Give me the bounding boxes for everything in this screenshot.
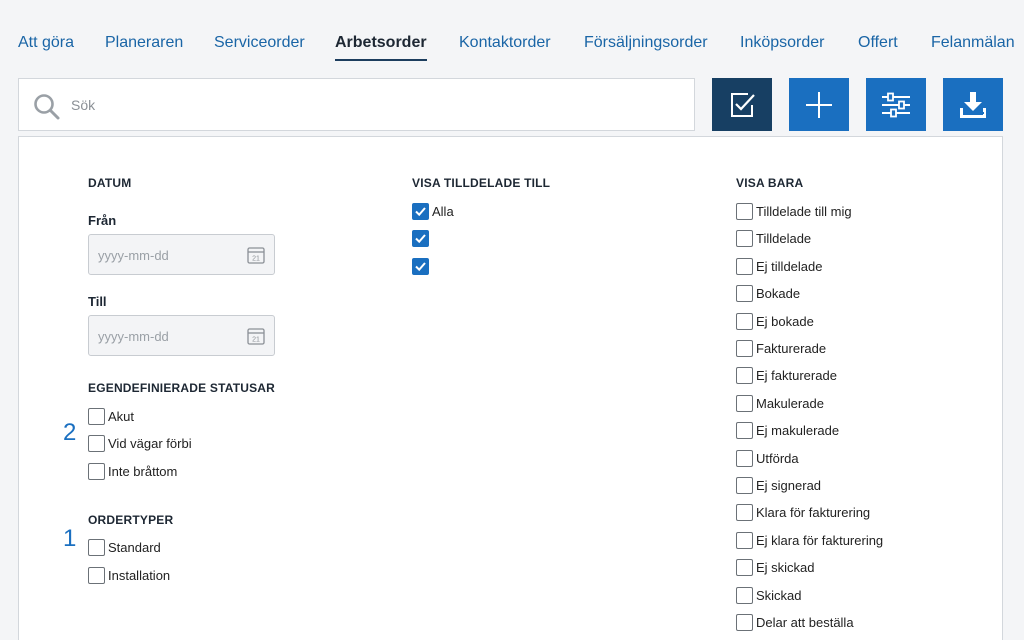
from-date-placeholder: yyyy-mm-dd	[98, 248, 169, 263]
show-only-heading: VISA BARA	[736, 176, 804, 190]
status-checkbox-akut[interactable]: Akut	[88, 406, 134, 426]
show-only-checkbox[interactable]: Ej makulerade	[736, 420, 839, 440]
sliders-icon	[882, 92, 910, 117]
select-mode-button[interactable]	[712, 78, 772, 131]
assigned-checkbox-alla[interactable]: Alla	[412, 201, 454, 221]
checkbox-icon	[731, 92, 755, 117]
search-bar	[18, 78, 695, 131]
order-types-heading: ORDERTYPER	[88, 513, 174, 527]
show-only-checkbox[interactable]: Ej skickad	[736, 557, 815, 577]
show-only-checkbox[interactable]: Skickad	[736, 585, 802, 605]
show-only-checkbox[interactable]: Ej fakturerade	[736, 365, 837, 385]
module-tabs: Att göra Planeraren Serviceorder Arbetso…	[0, 0, 1024, 64]
step-marker-2: 2	[63, 419, 77, 446]
ordertype-checkbox-installation[interactable]: Installation	[88, 565, 170, 585]
calendar-icon[interactable]: 21	[247, 246, 265, 264]
tab-arbetsorder[interactable]: Arbetsorder	[335, 33, 427, 61]
show-only-checkbox[interactable]: Ej signerad	[736, 475, 821, 495]
show-only-checkbox[interactable]: Delar att beställa	[736, 612, 854, 632]
download-button[interactable]	[943, 78, 1003, 131]
from-date-field[interactable]: yyyy-mm-dd 21	[88, 234, 275, 275]
check-icon	[415, 261, 426, 271]
status-checkbox-vid-vagar-forbi[interactable]: Vid vägar förbi	[88, 433, 192, 453]
filter-panel: DATUM Från yyyy-mm-dd 21 Till yyyy-mm-dd…	[18, 136, 1003, 640]
custom-status-heading: EGENDEFINIERADE STATUSAR	[88, 381, 276, 395]
show-only-checkbox[interactable]: Fakturerade	[736, 338, 826, 358]
tab-planeraren[interactable]: Planeraren	[105, 33, 183, 53]
svg-text:21: 21	[252, 256, 260, 263]
check-icon	[415, 206, 426, 216]
to-date-placeholder: yyyy-mm-dd	[98, 329, 169, 344]
to-label: Till	[88, 294, 107, 309]
plus-icon	[806, 91, 832, 118]
assigned-checkbox-3[interactable]	[412, 256, 432, 276]
step-marker-1: 1	[63, 525, 77, 552]
show-only-checkbox[interactable]: Ej bokade	[736, 311, 814, 331]
tab-serviceorder[interactable]: Serviceorder	[214, 33, 305, 53]
from-label: Från	[88, 213, 117, 228]
show-only-checkbox[interactable]: Ej tilldelade	[736, 256, 823, 276]
date-heading: DATUM	[88, 176, 132, 190]
svg-text:21: 21	[252, 337, 260, 344]
show-only-checkbox[interactable]: Ej klara för fakturering	[736, 530, 883, 550]
tab-inkopsorder[interactable]: Inköpsorder	[740, 33, 825, 53]
download-icon	[960, 91, 986, 118]
search-input[interactable]	[71, 79, 681, 130]
tab-kontaktorder[interactable]: Kontaktorder	[459, 33, 551, 53]
to-date-field[interactable]: yyyy-mm-dd 21	[88, 315, 275, 356]
calendar-icon[interactable]: 21	[247, 327, 265, 345]
ordertype-checkbox-standard[interactable]: Standard	[88, 537, 161, 557]
assigned-checkbox-2[interactable]	[412, 228, 432, 248]
show-only-checkbox[interactable]: Tilldelade till mig	[736, 201, 852, 221]
tab-forsaljningsorder[interactable]: Försäljningsorder	[584, 33, 708, 53]
show-only-checkbox[interactable]: Tilldelade	[736, 228, 811, 248]
show-only-checkbox[interactable]: Utförda	[736, 448, 799, 468]
show-only-checkbox[interactable]: Bokade	[736, 283, 800, 303]
check-icon	[415, 233, 426, 243]
tab-offert[interactable]: Offert	[858, 33, 898, 53]
add-button[interactable]	[789, 78, 849, 131]
show-only-checkbox[interactable]: Makulerade	[736, 393, 824, 413]
status-checkbox-inte-brattom[interactable]: Inte bråttom	[88, 461, 177, 481]
filter-button[interactable]	[866, 78, 926, 131]
assigned-heading: VISA TILLDELADE TILL	[412, 176, 551, 190]
tab-att-gora[interactable]: Att göra	[18, 33, 74, 53]
tab-felanmalan[interactable]: Felanmälan	[931, 33, 1015, 53]
show-only-checkbox[interactable]: Klara för fakturering	[736, 502, 870, 522]
search-icon	[34, 94, 60, 120]
